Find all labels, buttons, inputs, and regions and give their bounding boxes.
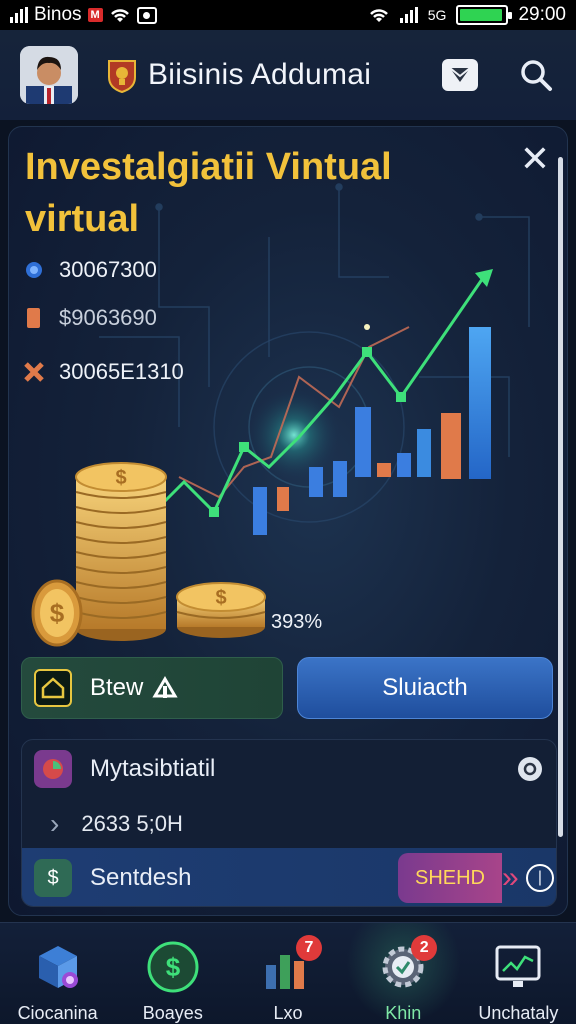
stat-row-1: 30067300 [23, 257, 157, 283]
nav-item-lxo[interactable]: 7 Lxo [230, 923, 345, 1024]
blue-dot-icon [23, 259, 45, 281]
battery-icon [456, 5, 513, 25]
close-icon[interactable]: ✕ [517, 141, 553, 177]
mail-button[interactable] [442, 59, 478, 91]
camera-icon [136, 6, 157, 24]
avatar[interactable] [20, 46, 78, 104]
radio-toggle-icon[interactable] [518, 757, 542, 781]
double-chevron-icon: » [502, 861, 519, 894]
arrow-up-icon [152, 676, 178, 698]
list-item-value: 2633 5;0H [81, 811, 183, 836]
investment-card: $ $ $ Investalgiatii Vintual virtual ✕ 3… [8, 126, 568, 916]
carrier-name: Binos [34, 4, 82, 25]
stat-value: $9063690 [59, 305, 157, 330]
sluiacth-button[interactable]: Sluiacth [297, 657, 553, 719]
dollar-coin-icon: $ [145, 939, 201, 995]
nav-item-khin[interactable]: 2 Khin [345, 923, 461, 1024]
list-item[interactable]: › 2633 5;0H [22, 798, 556, 850]
signal-strength-icon [399, 7, 418, 23]
nav-item-ciocanina[interactable]: Ciocanina [0, 923, 115, 1024]
signal-icon [10, 7, 28, 23]
cube-icon [30, 939, 86, 995]
chart-percent: 393% [271, 611, 323, 633]
notification-count: 7 [296, 935, 322, 961]
action-chip[interactable]: SHEHD » | [398, 849, 556, 906]
list-item-label: Mytasibtiatil [90, 755, 216, 782]
nav-item-unchataly[interactable]: Unchataly [461, 923, 576, 1024]
nav-label: Boayes [142, 1003, 203, 1023]
home-icon [34, 669, 72, 707]
gear-check-icon: 2 [375, 935, 438, 995]
search-icon [521, 60, 552, 91]
nav-item-boayes[interactable]: $ Boayes [115, 923, 230, 1024]
svg-text:$: $ [166, 952, 181, 982]
notification-badge-icon: M [87, 8, 103, 22]
svg-text:$: $ [215, 587, 226, 609]
card-title: Investalgiatii Vintual virtual [25, 146, 392, 240]
nav-label: Ciocanina [17, 1003, 98, 1023]
svg-text:$: $ [50, 598, 65, 628]
app-title: Biisinis Addumai [148, 58, 372, 91]
stat-value: 30065E1310 [59, 359, 184, 384]
clock: 29:00 [518, 4, 566, 25]
app-badge-icon [34, 750, 72, 788]
action-buttons: Btew Sluiacth [21, 657, 557, 723]
search-button[interactable] [516, 55, 556, 95]
app-header: Biisinis Addumai [0, 30, 576, 120]
bar-chart-icon: 7 [260, 935, 322, 995]
monitor-chart-icon [490, 939, 546, 995]
notification-count: 2 [411, 935, 438, 961]
network-type-icon: 5G [427, 7, 447, 23]
nav-label: Unchataly [478, 1003, 559, 1023]
glow-orb [248, 389, 340, 481]
stat-value: 30067300 [59, 257, 157, 282]
orange-x-icon [23, 361, 45, 383]
wifi-icon [369, 9, 388, 22]
wifi-icon [110, 9, 129, 22]
list-item-label: Sentdesh [90, 864, 192, 891]
btew-label: Btew [90, 674, 144, 701]
btew-button[interactable]: Btew [21, 657, 283, 719]
brand-emblem-icon [108, 60, 136, 93]
nav-label: Khin [385, 1003, 422, 1023]
info-circle-icon[interactable]: | [526, 864, 554, 892]
chevron-right-icon: › [50, 808, 60, 839]
bottom-nav: Ciocanina $ Boayes 7 Lxo 2 Khin Unchatal… [0, 922, 576, 1024]
orange-bar-icon [23, 307, 45, 329]
dollar-tag-icon: $ [34, 859, 72, 897]
list-item-selected[interactable]: $ Sentdesh SHEHD » | [22, 848, 556, 906]
stat-row-3: 30065E1310 [23, 359, 184, 385]
status-bar: Binos M 5G 29:00 [0, 0, 576, 30]
nav-label: Lxo [273, 1003, 303, 1023]
svg-text:$: $ [115, 467, 126, 489]
scrollbar[interactable] [558, 157, 563, 837]
list-item[interactable]: Mytasibtiatil [22, 740, 556, 798]
sluiacth-label: Sluiacth [382, 674, 468, 701]
mail-icon [449, 67, 471, 82]
stat-row-2: $9063690 [23, 305, 157, 331]
chip-label: SHEHD [398, 853, 502, 903]
coin-stack-icon: $ $ $ [31, 462, 266, 647]
list-panel: Mytasibtiatil › 2633 5;0H $ Sentdesh SHE… [21, 739, 557, 907]
